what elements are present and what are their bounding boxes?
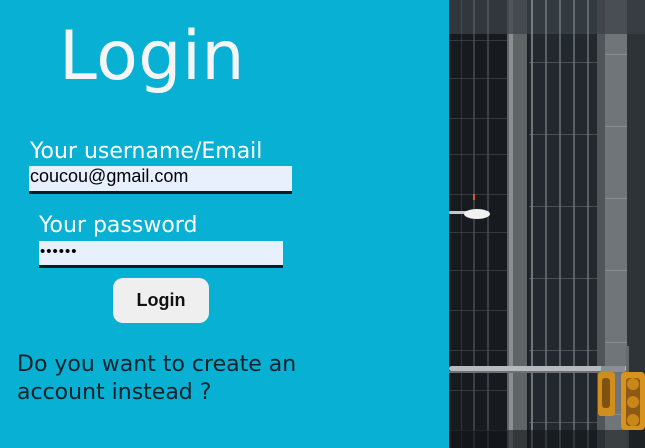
login-button[interactable]: Login xyxy=(113,278,209,323)
username-label: Your username/Email xyxy=(30,139,263,164)
login-panel: Login Your username/Email coucou@gmail.c… xyxy=(0,0,449,448)
password-field[interactable]: •••••• xyxy=(39,241,283,268)
building-photo-image xyxy=(449,0,645,448)
building-photo xyxy=(449,0,645,448)
page-title: Login xyxy=(59,17,245,96)
password-label: Your password xyxy=(39,213,198,238)
username-field[interactable]: coucou@gmail.com xyxy=(29,166,292,194)
create-account-link[interactable]: Do you want to create an account instead… xyxy=(17,351,317,407)
